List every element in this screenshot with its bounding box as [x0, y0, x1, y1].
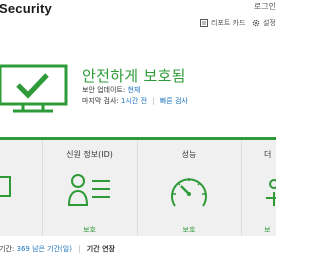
- security-update-row: 보안 업데이트: 현재: [82, 85, 140, 95]
- subscription-info: 기간: 369 남은 기간(일) | 기간 연장: [0, 244, 115, 254]
- gear-icon: [252, 19, 260, 27]
- last-scan-value: 1시간 전: [121, 97, 148, 105]
- app-title: Security: [0, 1, 52, 16]
- remaining-days: 369 남은 기간(일): [16, 245, 72, 253]
- monitor-icon: [0, 176, 12, 202]
- security-update-value: 현재: [127, 86, 141, 94]
- tile-performance-title: 성능: [181, 150, 197, 159]
- last-scan-label: 마지막 검사:: [82, 97, 119, 105]
- last-scan-row: 마지막 검사: 1시간 전 | 빠른 검사: [82, 96, 188, 106]
- protection-status-panel: 안전하게 보호됨 보안 업데이트: 현재 마지막 검사: 1시간 전 | 빠른 …: [0, 28, 276, 138]
- remaining-prefix: 기간:: [0, 245, 15, 253]
- more-icon: [264, 178, 279, 214]
- extend-subscription-link[interactable]: 기간 연장: [87, 245, 115, 253]
- tile-more-status: 보: [264, 226, 271, 234]
- tile-identity[interactable]: 신원 정보(ID) 보호: [43, 140, 136, 236]
- report-card-icon: [200, 19, 208, 27]
- tile-more[interactable]: 더 보: [242, 140, 279, 236]
- speedometer-icon: [169, 175, 209, 215]
- subscription-bar: 기간: 369 남은 기간(일) | 기간 연장: [0, 236, 276, 260]
- settings-label: 설정: [263, 19, 276, 27]
- tile-performance[interactable]: 성능 보호: [138, 140, 240, 236]
- separator: |: [152, 97, 155, 105]
- status-title: 안전하게 보호됨: [82, 67, 186, 85]
- monitor-check-icon: [0, 64, 69, 114]
- report-card-button[interactable]: 리포트 카드: [200, 18, 245, 28]
- separator: |: [78, 245, 81, 253]
- identity-icon: [67, 172, 112, 214]
- tile-performance-status: 보호: [182, 226, 196, 234]
- login-link[interactable]: 로그인: [254, 1, 276, 12]
- report-card-label: 리포트 카드: [211, 19, 246, 27]
- tile-more-title: 더: [264, 150, 272, 159]
- security-update-label: 보안 업데이트:: [82, 86, 126, 94]
- settings-button[interactable]: 설정: [252, 18, 276, 28]
- tile-identity-status: 보호: [83, 226, 96, 234]
- tile-computer[interactable]: [0, 140, 42, 236]
- feature-tiles: 신원 정보(ID) 보호 성능 보호 더 보: [0, 140, 279, 236]
- tile-identity-title: 신원 정보(ID): [66, 150, 113, 159]
- quick-scan-link[interactable]: 빠른 검사: [160, 97, 188, 105]
